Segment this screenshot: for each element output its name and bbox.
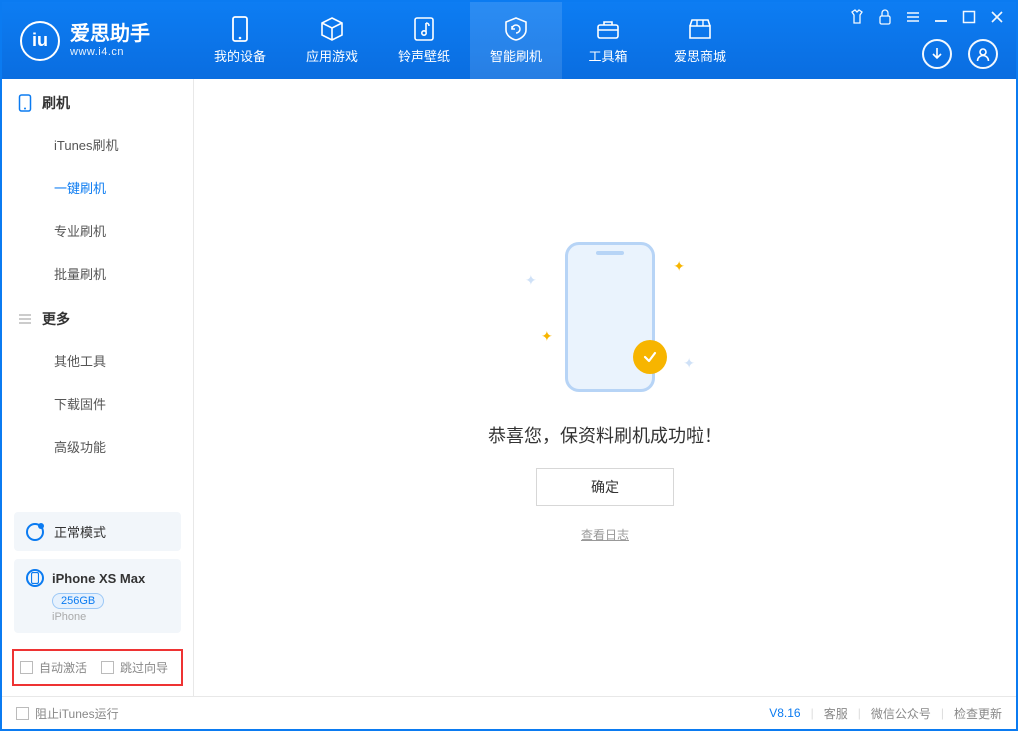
- shield-refresh-icon: [503, 16, 529, 42]
- ok-button[interactable]: 确定: [536, 468, 674, 506]
- title-bar: iu 爱思助手 www.i4.cn 我的设备 应用游戏 铃声壁纸 智能刷机 工具…: [2, 2, 1016, 79]
- checkbox-skip-guide[interactable]: 跳过向导: [101, 659, 168, 676]
- sparkle-icon: ✦: [673, 258, 685, 275]
- user-button[interactable]: [968, 39, 998, 69]
- phone-circle-icon: [26, 569, 44, 587]
- checkbox-block-itunes[interactable]: 阻止iTunes运行: [16, 705, 119, 722]
- toolbox-icon: [595, 16, 621, 42]
- status-link-support[interactable]: 客服: [824, 705, 848, 722]
- header-actions: [922, 39, 998, 69]
- nav-tab-apps[interactable]: 应用游戏: [286, 2, 378, 79]
- sparkle-icon: ✦: [525, 272, 537, 289]
- brand-title: 爱思助手: [70, 22, 150, 46]
- shirt-icon[interactable]: [848, 8, 866, 26]
- sparkle-icon: ✦: [541, 328, 553, 345]
- checkbox-icon: [101, 661, 114, 674]
- sidebar-item-download-firmware[interactable]: 下载固件: [2, 382, 193, 425]
- checkbox-label: 跳过向导: [120, 659, 168, 676]
- list-icon: [18, 312, 32, 326]
- checkbox-auto-activate[interactable]: 自动激活: [20, 659, 87, 676]
- brand: iu 爱思助手 www.i4.cn: [2, 2, 194, 79]
- nav-tabs: 我的设备 应用游戏 铃声壁纸 智能刷机 工具箱 爱思商城: [194, 2, 746, 79]
- sidebar-item-one-click-flash[interactable]: 一键刷机: [2, 166, 193, 209]
- device-mode-box[interactable]: 正常模式: [14, 512, 181, 551]
- checkbox-label: 阻止iTunes运行: [35, 705, 119, 722]
- status-link-wechat[interactable]: 微信公众号: [871, 705, 931, 722]
- nav-tab-flash[interactable]: 智能刷机: [470, 2, 562, 79]
- nav-tab-store[interactable]: 爱思商城: [654, 2, 746, 79]
- device-name: iPhone XS Max: [52, 571, 145, 586]
- brand-subtitle: www.i4.cn: [70, 46, 150, 59]
- nav-label: 应用游戏: [306, 46, 358, 65]
- device-icon: [227, 16, 253, 42]
- highlighted-options: 自动激活 跳过向导: [12, 649, 183, 686]
- view-log-link[interactable]: 查看日志: [581, 526, 629, 543]
- nav-label: 铃声壁纸: [398, 46, 450, 65]
- store-icon: [687, 16, 713, 42]
- success-illustration: ✦ ✦ ✦ ✦: [495, 232, 715, 402]
- minimize-button[interactable]: [932, 8, 950, 26]
- version-label: V8.16: [769, 706, 800, 720]
- sidebar-item-other-tools[interactable]: 其他工具: [2, 339, 193, 382]
- nav-label: 我的设备: [214, 46, 266, 65]
- checkbox-icon: [20, 661, 33, 674]
- sparkle-icon: ✦: [683, 355, 695, 372]
- status-bar: 阻止iTunes运行 V8.16 | 客服 | 微信公众号 | 检查更新: [2, 696, 1016, 729]
- sidebar-item-pro-flash[interactable]: 专业刷机: [2, 209, 193, 252]
- sidebar: 刷机 iTunes刷机 一键刷机 专业刷机 批量刷机 更多 其他工具 下载固件 …: [2, 79, 194, 696]
- sidebar-section-flash: 刷机: [2, 79, 193, 123]
- menu-icon[interactable]: [904, 8, 922, 26]
- window-controls: [848, 8, 1006, 26]
- sidebar-item-itunes-flash[interactable]: iTunes刷机: [2, 123, 193, 166]
- mode-label: 正常模式: [54, 522, 106, 541]
- nav-tab-ringtones[interactable]: 铃声壁纸: [378, 2, 470, 79]
- nav-label: 智能刷机: [490, 46, 542, 65]
- success-message: 恭喜您，保资料刷机成功啦！: [488, 422, 722, 448]
- maximize-button[interactable]: [960, 8, 978, 26]
- phone-icon: [18, 94, 32, 112]
- nav-tab-my-device[interactable]: 我的设备: [194, 2, 286, 79]
- sidebar-item-batch-flash[interactable]: 批量刷机: [2, 252, 193, 295]
- checkbox-icon: [16, 707, 29, 720]
- sidebar-section-more: 更多: [2, 295, 193, 339]
- music-file-icon: [411, 16, 437, 42]
- download-button[interactable]: [922, 39, 952, 69]
- section-title: 刷机: [42, 93, 70, 113]
- brand-logo-icon: iu: [20, 21, 60, 61]
- status-link-update[interactable]: 检查更新: [954, 705, 1002, 722]
- close-button[interactable]: [988, 8, 1006, 26]
- nav-label: 爱思商城: [674, 46, 726, 65]
- check-badge-icon: [633, 340, 667, 374]
- device-capacity: 256GB: [52, 593, 104, 609]
- lock-icon[interactable]: [876, 8, 894, 26]
- main-content: ✦ ✦ ✦ ✦ 恭喜您，保资料刷机成功啦！ 确定 查看日志: [194, 79, 1016, 696]
- sidebar-item-advanced[interactable]: 高级功能: [2, 425, 193, 468]
- nav-tab-toolbox[interactable]: 工具箱: [562, 2, 654, 79]
- checkbox-label: 自动激活: [39, 659, 87, 676]
- device-type: iPhone: [52, 611, 169, 623]
- brand-text: 爱思助手 www.i4.cn: [70, 22, 150, 59]
- device-box[interactable]: iPhone XS Max 256GB iPhone: [14, 559, 181, 633]
- section-title: 更多: [42, 309, 70, 329]
- nav-label: 工具箱: [588, 46, 627, 65]
- cube-icon: [319, 16, 345, 42]
- mode-icon: [26, 523, 44, 541]
